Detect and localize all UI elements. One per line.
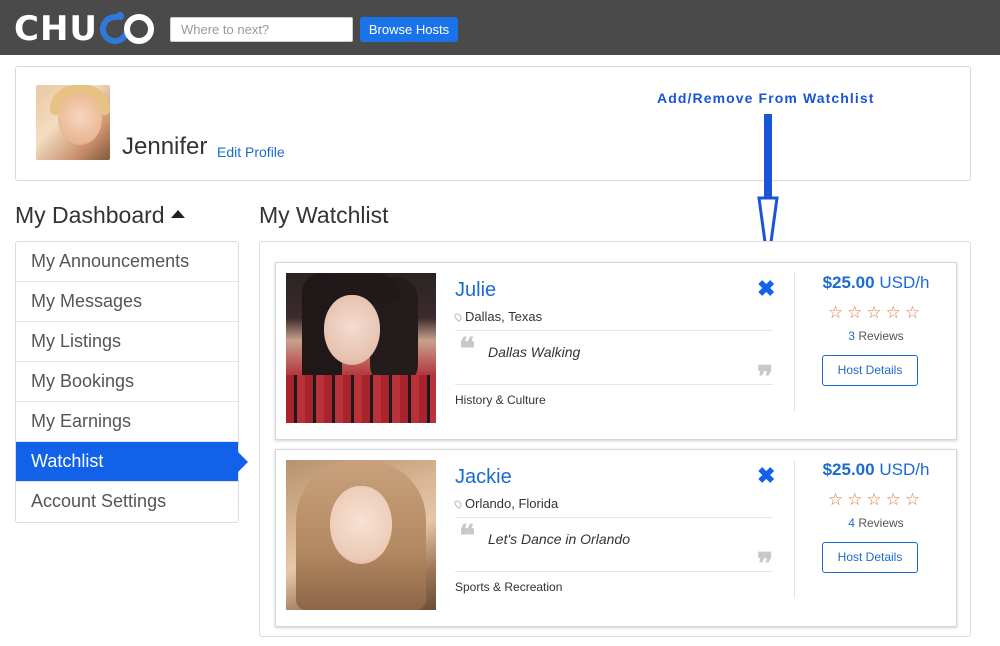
sidebar-item-watchlist[interactable]: Watchlist (16, 442, 248, 482)
sidebar-menu: My Announcements My Messages My Listings… (15, 241, 248, 523)
star-rating: ☆☆☆☆☆ (827, 490, 925, 509)
sidebar-item-announcements[interactable]: My Announcements (16, 242, 238, 282)
browse-hosts-button[interactable]: Browse Hosts (360, 17, 458, 42)
star-rating: ☆☆☆☆☆ (827, 303, 925, 322)
remove-from-watchlist-icon[interactable]: ✖ (757, 278, 775, 300)
map-pin-icon (453, 312, 463, 322)
sidebar-item-messages[interactable]: My Messages (16, 282, 238, 322)
quote-open-icon: ❝ (459, 519, 476, 554)
host-location: Dallas, Texas (453, 309, 542, 324)
logo-mark-icon (94, 8, 156, 50)
quote-close-icon: ❞ (757, 547, 774, 582)
sidebar-item-earnings[interactable]: My Earnings (16, 402, 238, 442)
divider (455, 330, 773, 331)
host-card: Jackie Orlando, Florida ❝ Let's Dance in… (275, 449, 957, 627)
dashboard-title[interactable]: My Dashboard (15, 202, 185, 229)
quote-close-icon: ❞ (757, 360, 774, 395)
watchlist-title: My Watchlist (259, 202, 389, 228)
review-count[interactable]: 4 Reviews (795, 516, 957, 530)
host-location: Orlando, Florida (453, 496, 558, 511)
host-category: Sports & Recreation (455, 580, 563, 594)
chuko-logo[interactable]: CHU (14, 8, 156, 50)
host-name-link[interactable]: Julie (455, 279, 496, 302)
host-tagline: Dallas Walking (488, 344, 581, 360)
search-input[interactable] (170, 17, 353, 42)
host-category: History & Culture (455, 393, 546, 407)
host-tagline: Let's Dance in Orlando (488, 531, 630, 547)
sidebar-item-listings[interactable]: My Listings (16, 322, 238, 362)
host-card: Julie Dallas, Texas ❝ Dallas Walking ❞ H… (275, 262, 957, 440)
avatar (36, 85, 110, 160)
watchlist-callout-label: Add/Remove From Watchlist (657, 90, 875, 106)
host-price: $25.00 USD/h (822, 273, 930, 292)
map-pin-icon (453, 499, 463, 509)
watchlist-panel: Julie Dallas, Texas ❝ Dallas Walking ❞ H… (259, 241, 971, 637)
edit-profile-link[interactable]: Edit Profile (217, 144, 285, 160)
divider (455, 384, 773, 385)
sidebar-item-account-settings[interactable]: Account Settings (16, 482, 238, 522)
host-name-link[interactable]: Jackie (455, 466, 512, 489)
host-photo[interactable] (286, 460, 436, 610)
host-price: $25.00 USD/h (822, 460, 930, 479)
host-photo[interactable] (286, 273, 436, 423)
host-details-button[interactable]: Host Details (822, 542, 918, 573)
divider (455, 517, 773, 518)
top-navbar: CHU Browse Hosts (0, 0, 1000, 55)
host-details-button[interactable]: Host Details (822, 355, 918, 386)
caret-up-icon (170, 209, 185, 218)
dashboard-title-label: My Dashboard (15, 202, 165, 228)
review-count[interactable]: 3 Reviews (795, 329, 957, 343)
quote-open-icon: ❝ (459, 332, 476, 367)
profile-name: Jennifer (122, 133, 208, 160)
sidebar-item-bookings[interactable]: My Bookings (16, 362, 238, 402)
profile-card: Jennifer Edit Profile Add/Remove From Wa… (15, 66, 971, 181)
remove-from-watchlist-icon[interactable]: ✖ (757, 465, 775, 487)
divider (455, 571, 773, 572)
